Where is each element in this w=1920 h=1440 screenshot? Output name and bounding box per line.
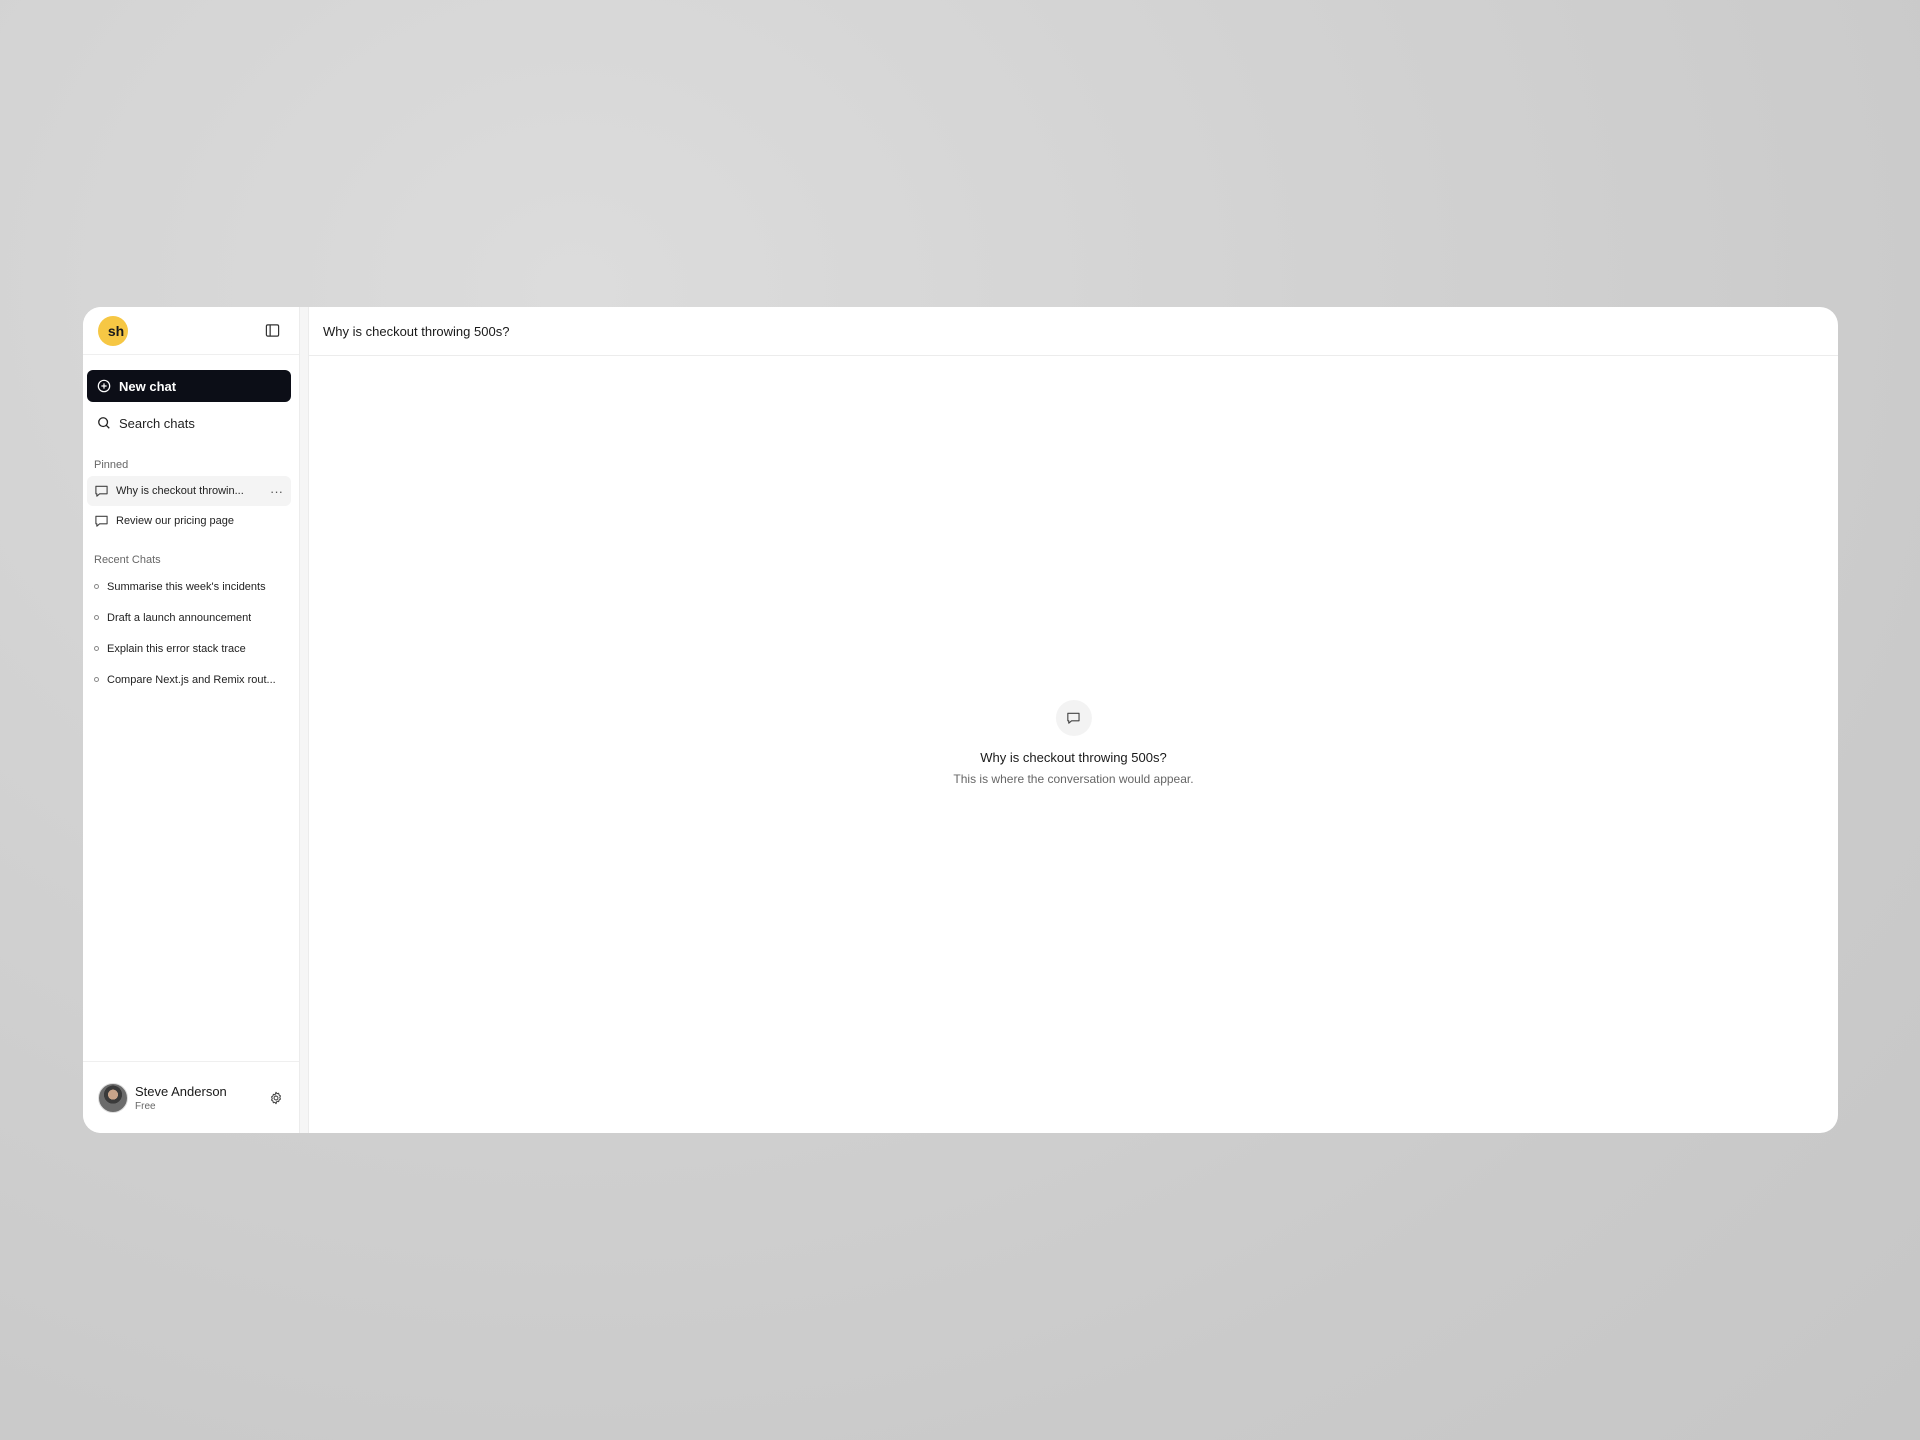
new-chat-label: New chat [119,378,177,394]
more-options-button[interactable]: ··· [270,484,283,499]
recent-chat-item[interactable]: Draft a launch announcement [87,602,291,633]
gear-icon [271,1091,281,1104]
empty-state-subtitle: This is where the conversation would app… [953,772,1194,786]
user-name: Steve Anderson [135,1083,227,1099]
empty-state-title: Why is checkout throwing 500s? [980,750,1167,765]
recent-chat-label: Compare Next.js and Remix rout... [107,673,276,686]
sidebar-toggle-button[interactable] [263,322,281,340]
bullet-icon [94,615,99,620]
recent-section-label: Recent Chats [94,554,161,566]
conversation-area: Why is checkout throwing 500s? This is w… [309,356,1838,1133]
pinned-chat-item[interactable]: Review our pricing page [87,506,291,536]
user-info: Steve Anderson Free [135,1084,269,1112]
recent-chat-label: Draft a launch announcement [107,611,252,624]
chat-bubble-icon [94,484,109,498]
recent-chat-item[interactable]: Explain this error stack trace [87,633,291,664]
chat-title: Why is checkout throwing 500s? [323,323,510,339]
recent-chat-item[interactable]: Summarise this week's incidents [87,571,291,602]
chat-bubble-icon [94,514,109,528]
recent-chat-item[interactable]: Compare Next.js and Remix rout... [87,664,291,695]
new-chat-button[interactable]: New chat [87,370,291,402]
bullet-icon [94,584,99,589]
sidebar-toggle-icon [265,324,279,337]
sidebar: sh New chat Search chats Pinned Why is c… [83,307,300,1133]
bullet-icon [94,677,99,682]
app-logo[interactable]: sh [98,315,128,346]
pinned-chat-item[interactable]: Why is checkout throwin... ··· [87,476,291,506]
user-plan: Free [135,1100,156,1112]
bullet-icon [94,646,99,651]
search-icon [97,416,111,430]
recent-chat-label: Summarise this week's incidents [107,580,266,593]
sidebar-header: sh [83,307,299,355]
app-window: sh New chat Search chats Pinned Why is c… [83,307,1838,1133]
sidebar-divider [300,307,309,1133]
settings-button[interactable] [269,1091,283,1105]
search-chats-button[interactable]: Search chats [87,407,291,439]
plus-circle-icon [97,379,111,393]
chat-bubble-icon [1055,700,1092,736]
pinned-section-label: Pinned [94,459,129,471]
user-profile: Steve Anderson Free [83,1061,299,1133]
pinned-chat-label: Review our pricing page [116,515,235,527]
search-chats-label: Search chats [119,415,195,431]
empty-state: Why is checkout throwing 500s? This is w… [953,700,1194,786]
pinned-chat-label: Why is checkout throwin... [116,485,244,497]
main-panel: Why is checkout throwing 500s? Why is ch… [309,307,1838,1133]
chat-header: Why is checkout throwing 500s? [309,307,1838,356]
recent-chat-label: Explain this error stack trace [107,642,246,655]
avatar[interactable] [98,1082,128,1113]
